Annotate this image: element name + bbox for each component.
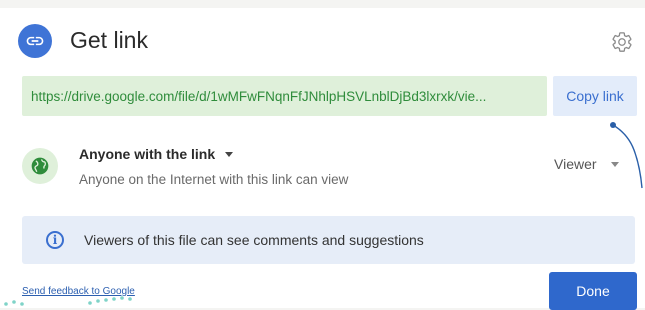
link-url-field[interactable]: https://drive.google.com/file/d/1wMFwFNq… <box>22 76 547 116</box>
gear-icon[interactable] <box>608 28 636 56</box>
link-url-text: https://drive.google.com/file/d/1wMFwFNq… <box>31 88 487 104</box>
caret-down-icon <box>225 151 234 157</box>
info-banner: i Viewers of this file can see comments … <box>22 216 635 264</box>
done-button[interactable]: Done <box>549 272 637 310</box>
decorative-dots-icon <box>4 296 132 306</box>
role-label: Viewer <box>554 156 597 172</box>
copy-link-button[interactable]: Copy link <box>553 76 637 116</box>
info-banner-text: Viewers of this file can see comments an… <box>84 232 424 248</box>
access-level-label: Anyone with the link <box>79 146 216 162</box>
info-icon: i <box>46 231 64 249</box>
link-icon <box>18 24 52 58</box>
get-link-dialog: Get link https://drive.google.com/file/d… <box>0 8 645 310</box>
access-level-dropdown[interactable]: Anyone with the link <box>79 146 234 162</box>
dialog-title: Get link <box>70 27 148 53</box>
callout-pointer-icon <box>610 122 643 189</box>
access-description: Anyone on the Internet with this link ca… <box>79 172 349 187</box>
globe-icon <box>22 148 58 184</box>
